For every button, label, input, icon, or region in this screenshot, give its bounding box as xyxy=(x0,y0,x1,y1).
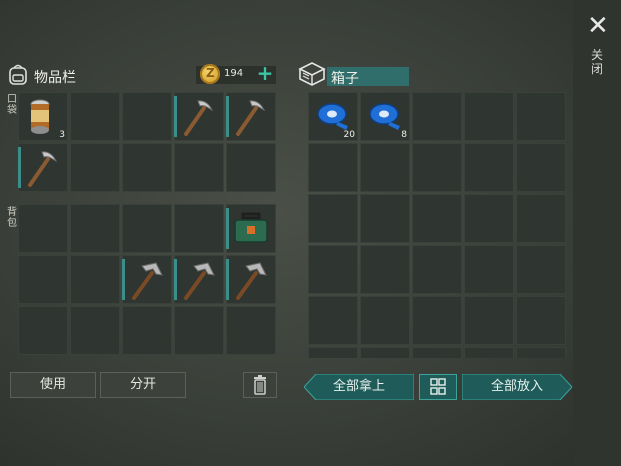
box-slot[interactable]: 20 xyxy=(308,92,358,141)
item-quantity: 20 xyxy=(343,130,355,140)
coin-count: 194 xyxy=(224,68,244,79)
box-icon xyxy=(298,62,326,86)
box-slot[interactable] xyxy=(412,347,462,358)
box-slot[interactable] xyxy=(412,245,462,294)
backpack-slot[interactable] xyxy=(70,255,120,304)
box-slot[interactable] xyxy=(308,296,358,345)
pocket-slot[interactable] xyxy=(226,92,276,141)
backpack-slot[interactable] xyxy=(18,255,68,304)
box-slot[interactable] xyxy=(308,143,358,192)
box-slot[interactable] xyxy=(516,245,566,294)
take-all-label: 全部拿上 xyxy=(332,379,385,394)
item-quantity: 8 xyxy=(401,130,407,140)
backpack-label: 背包 xyxy=(7,207,17,229)
box-slot[interactable] xyxy=(360,194,410,243)
backpack-slot[interactable] xyxy=(18,306,68,355)
backpack-slot[interactable] xyxy=(174,255,224,304)
box-slot[interactable] xyxy=(464,194,514,243)
box-slot[interactable] xyxy=(516,296,566,345)
pocket-slot[interactable] xyxy=(70,92,120,141)
trash-icon xyxy=(254,375,266,395)
box-slot[interactable] xyxy=(412,143,462,192)
box-slot[interactable] xyxy=(464,296,514,345)
box-slot[interactable] xyxy=(464,347,514,358)
box-slot[interactable] xyxy=(516,92,566,141)
box-slot[interactable] xyxy=(360,296,410,345)
box-slot[interactable] xyxy=(464,92,514,141)
box-slot[interactable] xyxy=(360,143,410,192)
box-title: 箱子 xyxy=(331,71,359,87)
pocket-slot[interactable] xyxy=(122,143,172,192)
box-slot[interactable] xyxy=(516,347,566,358)
box-slot[interactable] xyxy=(464,245,514,294)
take-all-button[interactable]: 全部拿上 xyxy=(304,374,414,400)
backpack-slot[interactable] xyxy=(70,306,120,355)
item-quantity: 3 xyxy=(59,130,65,140)
box-slot[interactable] xyxy=(412,296,462,345)
split-button[interactable]: 分开 xyxy=(100,372,186,398)
pocket-grid: 3 xyxy=(18,92,276,192)
put-all-button[interactable]: 全部放入 xyxy=(462,374,572,400)
backpack-slot[interactable] xyxy=(174,306,224,355)
backpack-slot[interactable] xyxy=(122,306,172,355)
pocket-slot[interactable] xyxy=(174,143,224,192)
box-slot[interactable] xyxy=(308,347,358,358)
box-slot[interactable] xyxy=(360,245,410,294)
box-slot[interactable] xyxy=(464,143,514,192)
pocket-slot[interactable] xyxy=(122,92,172,141)
box-grid: 20 8 xyxy=(308,92,566,358)
pocket-slot[interactable] xyxy=(226,143,276,192)
box-slot[interactable]: 8 xyxy=(360,92,410,141)
pocket-slot[interactable] xyxy=(174,92,224,141)
sort-button[interactable] xyxy=(419,374,457,400)
backpack-slot[interactable] xyxy=(70,204,120,253)
close-icon[interactable]: ✕ xyxy=(587,13,609,39)
coin-icon xyxy=(200,64,220,84)
box-slot[interactable] xyxy=(516,143,566,192)
trash-button[interactable] xyxy=(243,372,277,398)
close-label[interactable]: 关闭 xyxy=(589,48,605,76)
pocket-label: 口袋 xyxy=(7,94,17,116)
backpack-slot[interactable] xyxy=(122,204,172,253)
backpack-slot[interactable] xyxy=(18,204,68,253)
box-slot[interactable] xyxy=(516,194,566,243)
use-button[interactable]: 使用 xyxy=(10,372,96,398)
backpack-slot[interactable] xyxy=(174,204,224,253)
backpack-grid xyxy=(18,204,276,355)
box-slot[interactable] xyxy=(412,92,462,141)
add-coins-button[interactable]: + xyxy=(256,62,274,84)
box-slot[interactable] xyxy=(360,347,410,358)
backpack-slot[interactable] xyxy=(226,255,276,304)
put-all-label: 全部放入 xyxy=(490,379,543,394)
box-slot[interactable] xyxy=(308,194,358,243)
pocket-slot[interactable]: 3 xyxy=(18,92,68,141)
pocket-slot[interactable] xyxy=(18,143,68,192)
backpack-slot[interactable] xyxy=(226,306,276,355)
sort-icon xyxy=(430,378,446,395)
pocket-slot[interactable] xyxy=(70,143,120,192)
backpack-slot[interactable] xyxy=(122,255,172,304)
box-slot[interactable] xyxy=(308,245,358,294)
backpack-icon xyxy=(9,64,27,85)
box-slot[interactable] xyxy=(412,194,462,243)
inventory-title: 物品栏 xyxy=(34,70,76,86)
backpack-slot[interactable] xyxy=(226,204,276,253)
